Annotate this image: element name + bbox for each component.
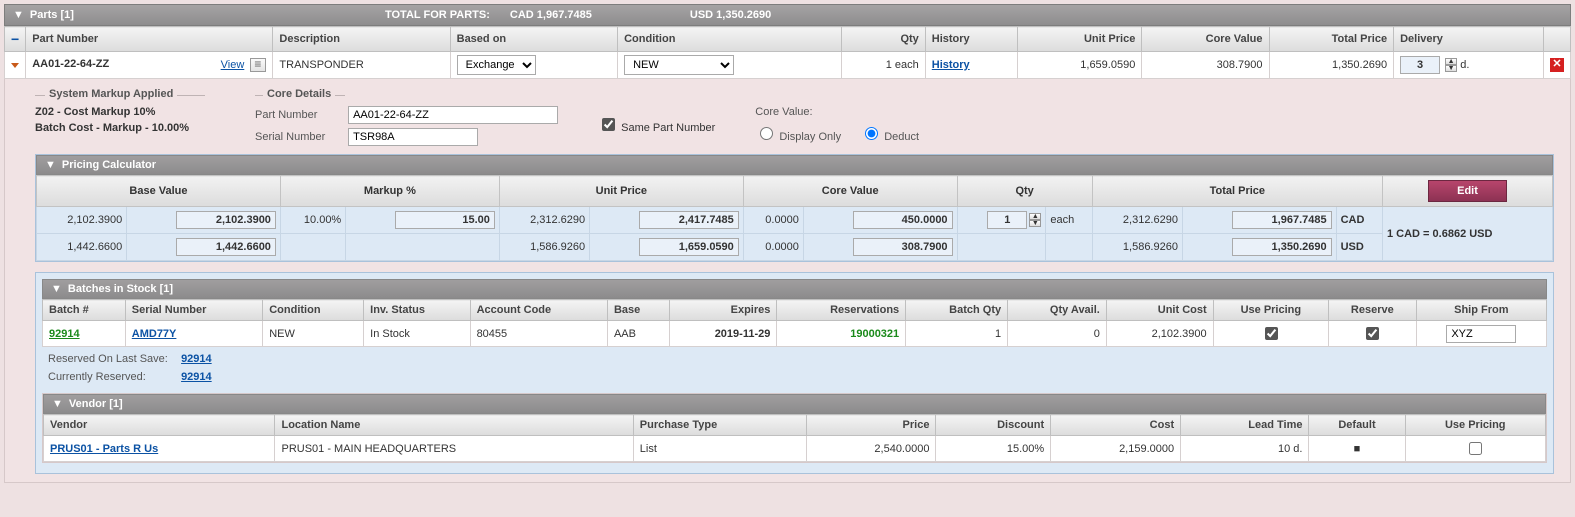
batches-header[interactable]: ▼Batches in Stock [1] [42, 279, 1547, 299]
col-pn[interactable]: Part Number [26, 27, 273, 52]
parts-grid: − Part Number Description Based on Condi… [4, 26, 1571, 79]
reservation-link[interactable]: 19000321 [850, 328, 899, 340]
condition-select[interactable]: NEW [624, 55, 734, 75]
history-link[interactable]: History [932, 59, 970, 71]
core-usd-text: 0.0000 [743, 234, 803, 261]
total-usd-text: 1,586.9260 [1092, 234, 1182, 261]
row-menu-icon[interactable] [250, 58, 266, 72]
core-cad-text: 0.0000 [743, 207, 803, 234]
use-pricing-checkbox[interactable] [1265, 327, 1278, 340]
view-link[interactable]: View [221, 59, 245, 71]
parts-total-cad: CAD 1,967.7485 [510, 9, 690, 21]
core-usd-input[interactable] [853, 238, 953, 256]
core-legend: Core Details [263, 88, 335, 100]
col-collapse[interactable]: − [5, 27, 26, 52]
markup-pct-text: 10.00% [280, 207, 345, 234]
base-usd-input[interactable] [176, 238, 276, 256]
parts-panel-header[interactable]: ▼ Parts [1] TOTAL FOR PARTS: CAD 1,967.7… [4, 4, 1571, 26]
batch-row: 92914 AMD77Y NEW In Stock 80455 AAB 2019… [43, 321, 1547, 347]
cur-usd: USD [1336, 234, 1382, 261]
delivery-input[interactable] [1400, 56, 1440, 74]
core-pn-input[interactable] [348, 106, 558, 124]
total-cad-text: 2,312.6290 [1092, 207, 1182, 234]
parts-title: Parts [1] [30, 9, 310, 21]
vendor-header[interactable]: ▼Vendor [1] [43, 394, 1546, 414]
col-actions [1544, 27, 1571, 52]
col-core[interactable]: Core Value [1142, 27, 1269, 52]
minus-icon: − [11, 31, 19, 47]
vendor-link[interactable]: PRUS01 - Parts R Us [50, 443, 158, 455]
fx-rate: 1 CAD = 0.6862 USD [1383, 207, 1553, 261]
vendor-use-pricing-checkbox[interactable] [1469, 442, 1482, 455]
col-total[interactable]: Total Price [1269, 27, 1394, 52]
core-pn-label: Part Number [255, 109, 345, 121]
edit-button[interactable]: Edit [1428, 180, 1507, 202]
ship-from-input[interactable] [1446, 325, 1516, 343]
delivery-unit: d. [1460, 59, 1469, 71]
col-unit[interactable]: Unit Price [1018, 27, 1142, 52]
part-row: AA01-22-64-ZZ View TRANSPONDER Exchange … [5, 52, 1571, 79]
base-cad-text: 2,102.3900 [37, 207, 127, 234]
markup-input[interactable] [395, 211, 495, 229]
qty-input[interactable] [987, 211, 1027, 229]
col-based[interactable]: Based on [450, 27, 617, 52]
base-usd-text: 1,442.6600 [37, 234, 127, 261]
default-radio[interactable]: ■ [1309, 436, 1405, 462]
core-cad-input[interactable] [853, 211, 953, 229]
parts-total-usd: USD 1,350.2690 [690, 9, 870, 21]
cur-cad: CAD [1336, 207, 1382, 234]
core-sn-label: Serial Number [255, 131, 345, 143]
core-sn-input[interactable] [348, 128, 478, 146]
currently-reserved-link[interactable]: 92914 [181, 371, 212, 383]
based-on-select[interactable]: Exchange [457, 55, 536, 75]
core-value: 308.7900 [1142, 52, 1269, 79]
expand-row-icon[interactable] [11, 63, 19, 68]
col-hist[interactable]: History [925, 27, 1018, 52]
total-price: 1,350.2690 [1269, 52, 1394, 79]
col-deliv[interactable]: Delivery [1394, 27, 1544, 52]
col-qty[interactable]: Qty [842, 27, 926, 52]
batch-link[interactable]: 92914 [49, 328, 80, 340]
delivery-spinner[interactable]: ▲▼ [1445, 58, 1457, 72]
parts-total-label: TOTAL FOR PARTS: [310, 9, 510, 21]
total-usd-input[interactable] [1232, 238, 1332, 256]
unit-price: 1,659.0590 [1018, 52, 1142, 79]
delete-row-button[interactable]: ✕ [1550, 58, 1564, 72]
part-detail-block: System Markup Applied Z02 - Cost Markup … [4, 79, 1571, 483]
vendor-row: PRUS01 - Parts R Us PRUS01 - MAIN HEADQU… [44, 436, 1546, 462]
pricing-calc-header[interactable]: ▼Pricing Calculator [36, 155, 1553, 175]
part-number: AA01-22-64-ZZ [32, 58, 109, 70]
radio-deduct[interactable]: Deduct [860, 131, 919, 143]
radio-display-only[interactable]: Display Only [755, 131, 841, 143]
markup-line2: Batch Cost - Markup - 10.00% [35, 122, 235, 134]
qty-unit: each [1046, 207, 1092, 234]
same-pn-checkbox[interactable]: Same Part Number [598, 122, 715, 134]
qty: 1 each [842, 52, 926, 79]
description: TRANSPONDER [273, 52, 450, 79]
unit-usd-text: 1,586.9260 [499, 234, 589, 261]
markup-line1: Z02 - Cost Markup 10% [35, 106, 235, 118]
base-cad-input[interactable] [176, 211, 276, 229]
reserved-last-link[interactable]: 92914 [181, 353, 212, 365]
batches-block: ▼Batches in Stock [1] Batch # Serial Num… [35, 272, 1554, 474]
markup-legend: System Markup Applied [45, 88, 177, 100]
batch-sn-link[interactable]: AMD77Y [132, 328, 177, 340]
unit-usd-input[interactable] [639, 238, 739, 256]
pricing-calculator: ▼Pricing Calculator Base Value Markup % … [35, 154, 1554, 262]
reserve-checkbox[interactable] [1366, 327, 1379, 340]
qty-spinner[interactable]: ▲▼ [1029, 213, 1041, 227]
unit-cad-input[interactable] [639, 211, 739, 229]
core-value-label: Core Value: [755, 106, 812, 118]
col-desc[interactable]: Description [273, 27, 450, 52]
total-cad-input[interactable] [1232, 211, 1332, 229]
col-cond[interactable]: Condition [618, 27, 842, 52]
unit-cad-text: 2,312.6290 [499, 207, 589, 234]
